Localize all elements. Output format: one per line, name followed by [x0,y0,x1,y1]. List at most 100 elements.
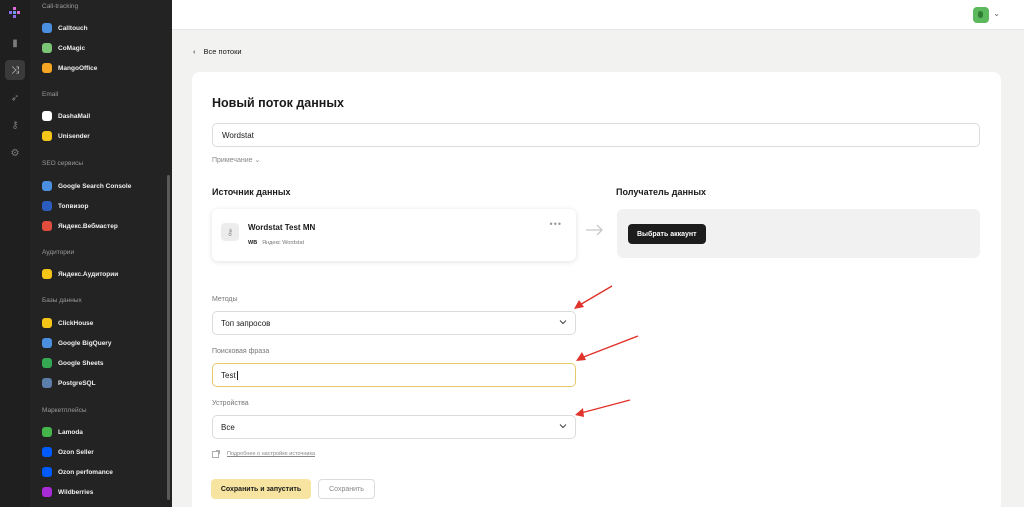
sidebar-item[interactable]: Google BigQuery [42,337,111,349]
rocket-icon[interactable]: ➶ [8,91,22,105]
text-cursor [236,371,238,380]
sidebar-item[interactable]: Google Search Console [42,180,131,192]
sidebar-item-label: MangoOffice [58,64,98,72]
methods-value: Топ запросов [221,319,271,328]
sidebar-section-title: Call-tracking [42,3,79,10]
sidebar-item-label: CoMagic [58,44,86,52]
search-phrase-input[interactable]: Test [212,363,576,387]
unisender-icon [42,131,52,141]
key-icon: ⚷ [221,223,239,241]
sidebar-item[interactable]: Unisender [42,130,90,142]
source-name: Wordstat Test MN [248,223,316,232]
sidebar-section-title: Базы данных [42,297,82,304]
sidebar-item[interactable]: Топвизор [42,200,88,212]
methods-select[interactable]: Топ запросов [212,311,576,335]
source-card[interactable]: ⚷ Wordstat Test MN WB Яндекс Wordstat ••… [212,209,576,261]
choose-account-button[interactable]: Выбрать аккаунт [628,224,706,244]
annotation-arrow-icon [574,285,613,309]
source-subtitle: Яндекс Wordstat [262,240,305,246]
yandex-webmaster-icon [42,221,52,231]
devices-select[interactable]: Все [212,415,576,439]
sidebar-section-title: Email [42,91,59,98]
google-search-console-icon [42,181,52,191]
sidebar-item-label: Google Search Console [58,182,132,190]
sidebar-item[interactable]: CoMagic [42,42,85,54]
save-button[interactable]: Сохранить [318,479,375,499]
sidebar-scrollbar[interactable] [167,175,170,500]
dashamail-icon [42,111,52,121]
yandex-audience-icon [42,269,52,279]
sidebar-item[interactable]: Яндекс.Вебмастер [42,220,118,232]
user-avatar[interactable] [973,7,989,23]
sidebar-section-title: SEO сервисы [42,160,84,167]
sidebar-item-label: Ozon Seller [58,448,94,456]
methods-label: Методы [212,296,238,303]
sidebar-item-label: Google BigQuery [58,339,112,347]
sidebar-item-label: ClickHouse [58,319,94,327]
sidebar-item-label: Lamoda [58,428,83,436]
help-link[interactable]: Подробнее о настройке источника [212,450,315,458]
ozon-seller-icon [42,447,52,457]
sidebar-item[interactable]: PostgreSQL [42,377,96,389]
phrase-label: Поисковая фраза [212,348,270,355]
back-link[interactable]: ‹ Все потоки [193,47,242,56]
sidebar-item-label: DashaMail [58,112,91,120]
lamoda-icon [42,427,52,437]
sidebar-item-label: Яндекс.Аудитории [58,270,119,278]
sidebar-item[interactable]: Lamoda [42,426,83,438]
top-bar: ⌄ [172,0,1024,30]
note-label: Примечание [212,157,253,164]
sidebar-item[interactable]: Яндекс.Аудитории [42,268,118,280]
sidebar-item-label: Unisender [58,132,90,140]
sidebar-item-label: PostgreSQL [58,379,96,387]
note-toggle[interactable]: Примечание ⌄ [212,156,260,164]
arrow-right-icon [586,224,603,236]
sidebar-section-title: Маркетплейсы [42,407,87,414]
sidebar-item[interactable]: DashaMail [42,110,90,122]
sidebar-item[interactable]: MangoOffice [42,62,97,74]
key-icon[interactable]: ⚷ [8,118,22,132]
flows-icon[interactable]: ⤨ [5,60,25,80]
wildberries-icon [42,487,52,497]
sidebar-item[interactable]: Ozon Seller [42,446,94,458]
topvisor-icon [42,201,52,211]
chevron-down-icon: ⌄ [254,157,261,164]
chevron-down-icon[interactable]: ⌄ [993,9,1000,18]
phrase-value: Test [221,371,236,380]
calltouch-icon [42,23,52,33]
source-subtitle-row: WB Яндекс Wordstat [248,240,304,246]
annotation-arrow-icon [576,335,639,361]
devices-value: Все [221,423,235,432]
destination-box: Выбрать аккаунт [617,209,980,258]
sidebar-item-label: Яндекс.Вебмастер [58,222,118,230]
bigquery-icon [42,338,52,348]
back-label: Все потоки [203,47,242,56]
icon-rail: ▮ ⤨ ➶ ⚷ ⚙ [0,0,30,507]
help-link-text: Подробнее о настройке источника [227,451,316,457]
sidebar-item-label: Google Sheets [58,359,104,367]
settings-gear-icon[interactable]: ⚙ [8,146,22,160]
sidebar-item[interactable]: Wildberries [42,486,93,498]
comagic-icon [42,43,52,53]
app-logo-icon[interactable] [9,7,21,19]
sidebar-item[interactable]: Google Sheets [42,357,104,369]
ozon-performance-icon [42,467,52,477]
more-options-icon[interactable]: ••• [550,219,562,229]
sidebar-item[interactable]: Ozon perfomance [42,466,113,478]
save-and-run-button[interactable]: Сохранить и запустить [211,479,311,499]
clickhouse-icon [42,318,52,328]
sidebar-item-label: Топвизор [58,202,89,210]
flow-name-input[interactable]: Wordstat [212,123,980,147]
devices-label: Устройства [212,400,249,407]
external-link-icon [212,450,220,458]
sidebar-item-label: Ozon perfomance [58,468,113,476]
sidebar-item[interactable]: ClickHouse [42,317,93,329]
mangooffice-icon [42,63,52,73]
sidebar-item[interactable]: Calltouch [42,22,88,34]
analytics-icon[interactable]: ▮ [8,36,22,50]
google-sheets-icon [42,358,52,368]
sidebar-item-label: Wildberries [58,488,94,496]
sidebar-item-label: Calltouch [58,24,88,32]
destination-heading: Получатель данных [616,187,707,197]
chevron-down-icon [559,424,567,429]
